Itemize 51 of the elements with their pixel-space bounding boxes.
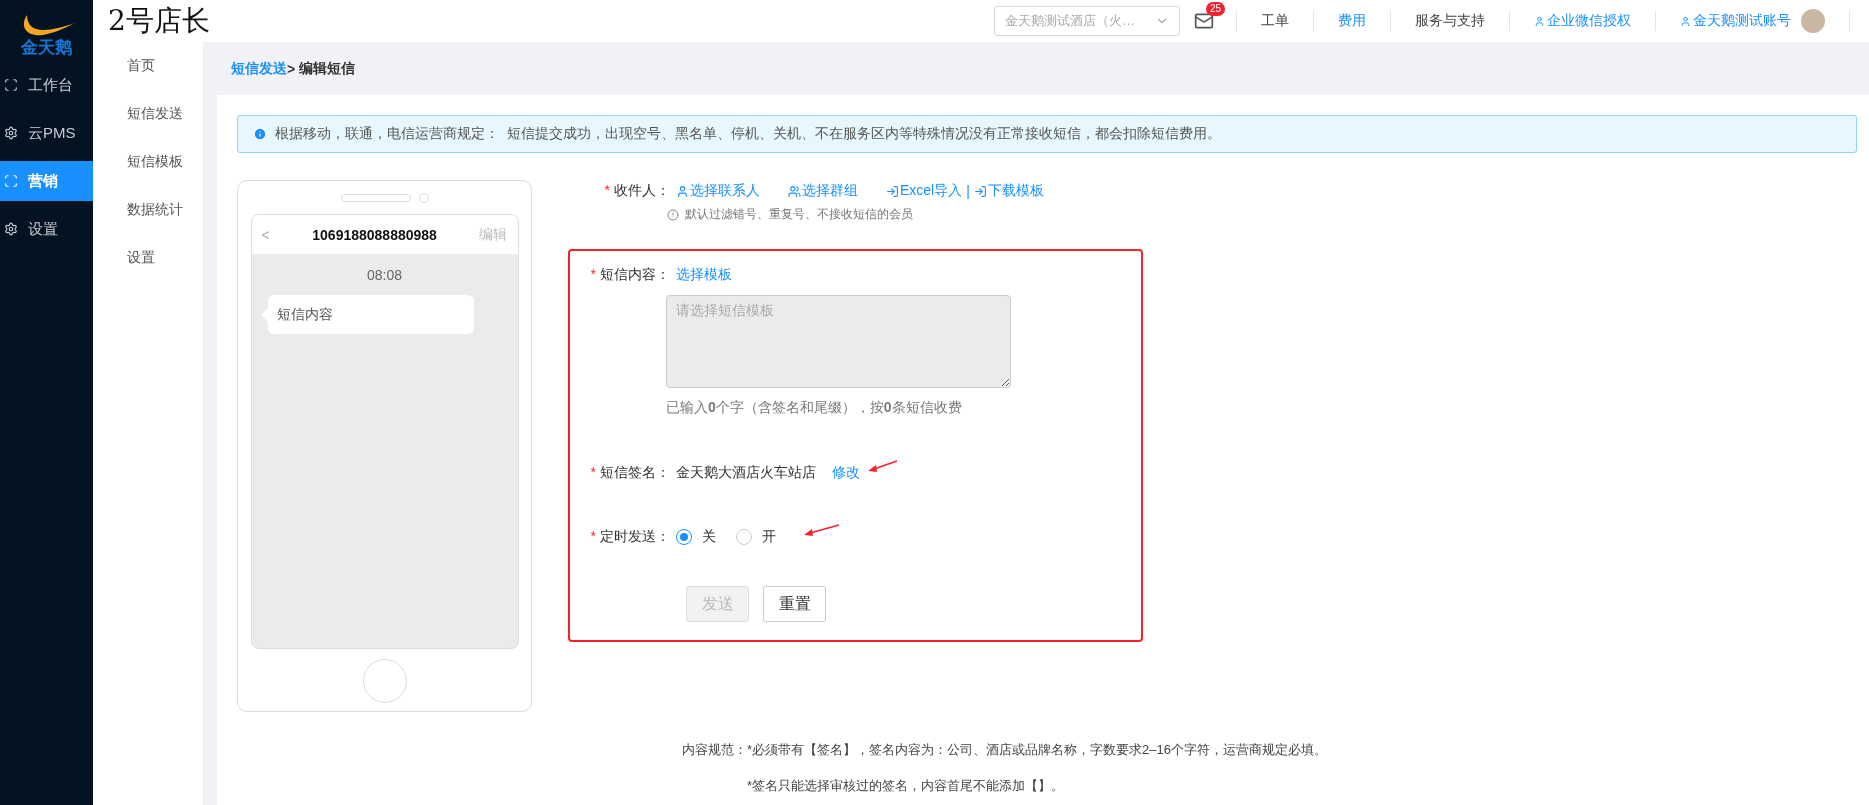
users-icon — [788, 184, 801, 198]
settings-icon — [4, 126, 18, 140]
nav-item[interactable]: 工作台 — [0, 65, 93, 105]
subnav-item[interactable]: 短信发送 — [93, 90, 203, 138]
alert-text: 根据移动，联通，电信运营商规定： 短信提交成功，出现空号、黑名单、停机、关机、不在服务区内等特殊情况没有正常接收短信，都会扣除短信费用。 — [275, 125, 1221, 143]
radio-option[interactable]: 开 — [736, 528, 776, 546]
subnav-item[interactable]: 数据统计 — [93, 186, 203, 234]
avatar — [1801, 9, 1825, 33]
field-label: * 短信内容： — [589, 266, 670, 284]
count-badge: 25 — [1206, 2, 1226, 16]
sender-number: 1069188088880988 — [312, 226, 437, 243]
subnav-item[interactable]: 设置 — [93, 234, 203, 282]
field-label: * 短信签名： — [589, 464, 670, 482]
user-icon — [1680, 15, 1691, 27]
message-bubble: 短信内容 — [267, 295, 474, 334]
header-link[interactable]: 服务与支持 — [1391, 12, 1509, 30]
char-counter: 已输入0个字（含签名和尾缀），按0条短信收费 — [666, 398, 963, 417]
arrow-icon — [802, 522, 840, 538]
scan-icon — [4, 174, 18, 188]
mail-icon[interactable] — [1194, 11, 1214, 31]
field-label: * 收件人： — [603, 182, 670, 200]
radio-option[interactable]: 关 — [676, 528, 716, 546]
nav-item[interactable]: 设置 — [0, 209, 93, 249]
link-separator: | — [966, 183, 970, 199]
app-title: 2号店长 — [108, 3, 210, 39]
note-text: *必须带有【签名】，签名内容为：公司、酒店或品牌名称，字数要求2–16个字符，运营商规定必填。 — [747, 741, 1327, 759]
form-button[interactable]: 重置 — [763, 586, 826, 622]
subnav-item[interactable]: 首页 — [93, 42, 203, 90]
user-icon — [676, 184, 689, 198]
logo-text: 金天鹅 — [21, 39, 72, 57]
message-time: 08:08 — [366, 267, 402, 283]
settings-icon — [4, 222, 18, 236]
breadcrumb-current: 编辑短信 — [299, 59, 356, 78]
info-icon — [253, 127, 267, 141]
back-text: < — [261, 226, 270, 243]
notes-label: 内容规范： — [682, 741, 747, 759]
import-icon — [886, 184, 899, 198]
scan-icon — [4, 78, 18, 92]
header-link[interactable]: 工单 — [1237, 12, 1313, 30]
subnav-item[interactable]: 短信模板 — [93, 138, 203, 186]
note-text: *签名只能选择审核过的签名，内容首尾不能添加【】。 — [747, 777, 1066, 795]
info-icon — [667, 208, 679, 221]
nav-item[interactable]: 云PMS — [0, 113, 93, 153]
edit-text: 编辑 — [479, 225, 508, 244]
signature-value: 金天鹅大酒店火车站店 — [676, 464, 816, 482]
import-icon — [973, 184, 987, 198]
breadcrumb-separator: > — [287, 60, 296, 77]
field-label: * 定时发送： — [589, 528, 670, 546]
hint-text: 默认过滤错号、重复号、不接收短信的会员 — [685, 206, 913, 223]
user-icon — [1534, 15, 1545, 27]
arrow-icon — [866, 458, 898, 474]
